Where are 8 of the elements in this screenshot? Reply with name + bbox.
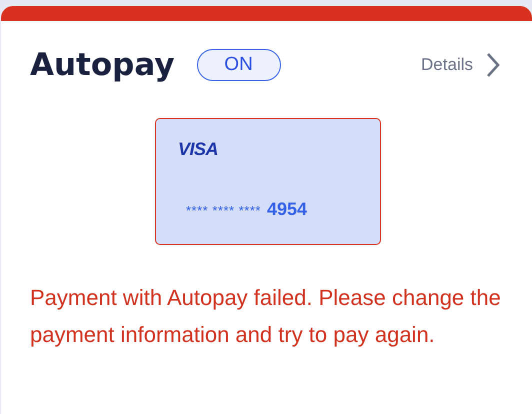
card-last-digits: 4954 — [266, 199, 307, 220]
panel-title: Autopay — [30, 47, 175, 83]
status-badge: ON — [196, 49, 281, 81]
card-brand: VISA — [178, 139, 218, 160]
chevron-right-icon[interactable] — [485, 52, 501, 78]
error-message: Payment with Autopay failed. Please change the payment information and try to pay again. — [30, 284, 502, 349]
card-number-mask: **** **** **** — [186, 203, 261, 218]
details-link[interactable]: Details — [421, 55, 473, 75]
